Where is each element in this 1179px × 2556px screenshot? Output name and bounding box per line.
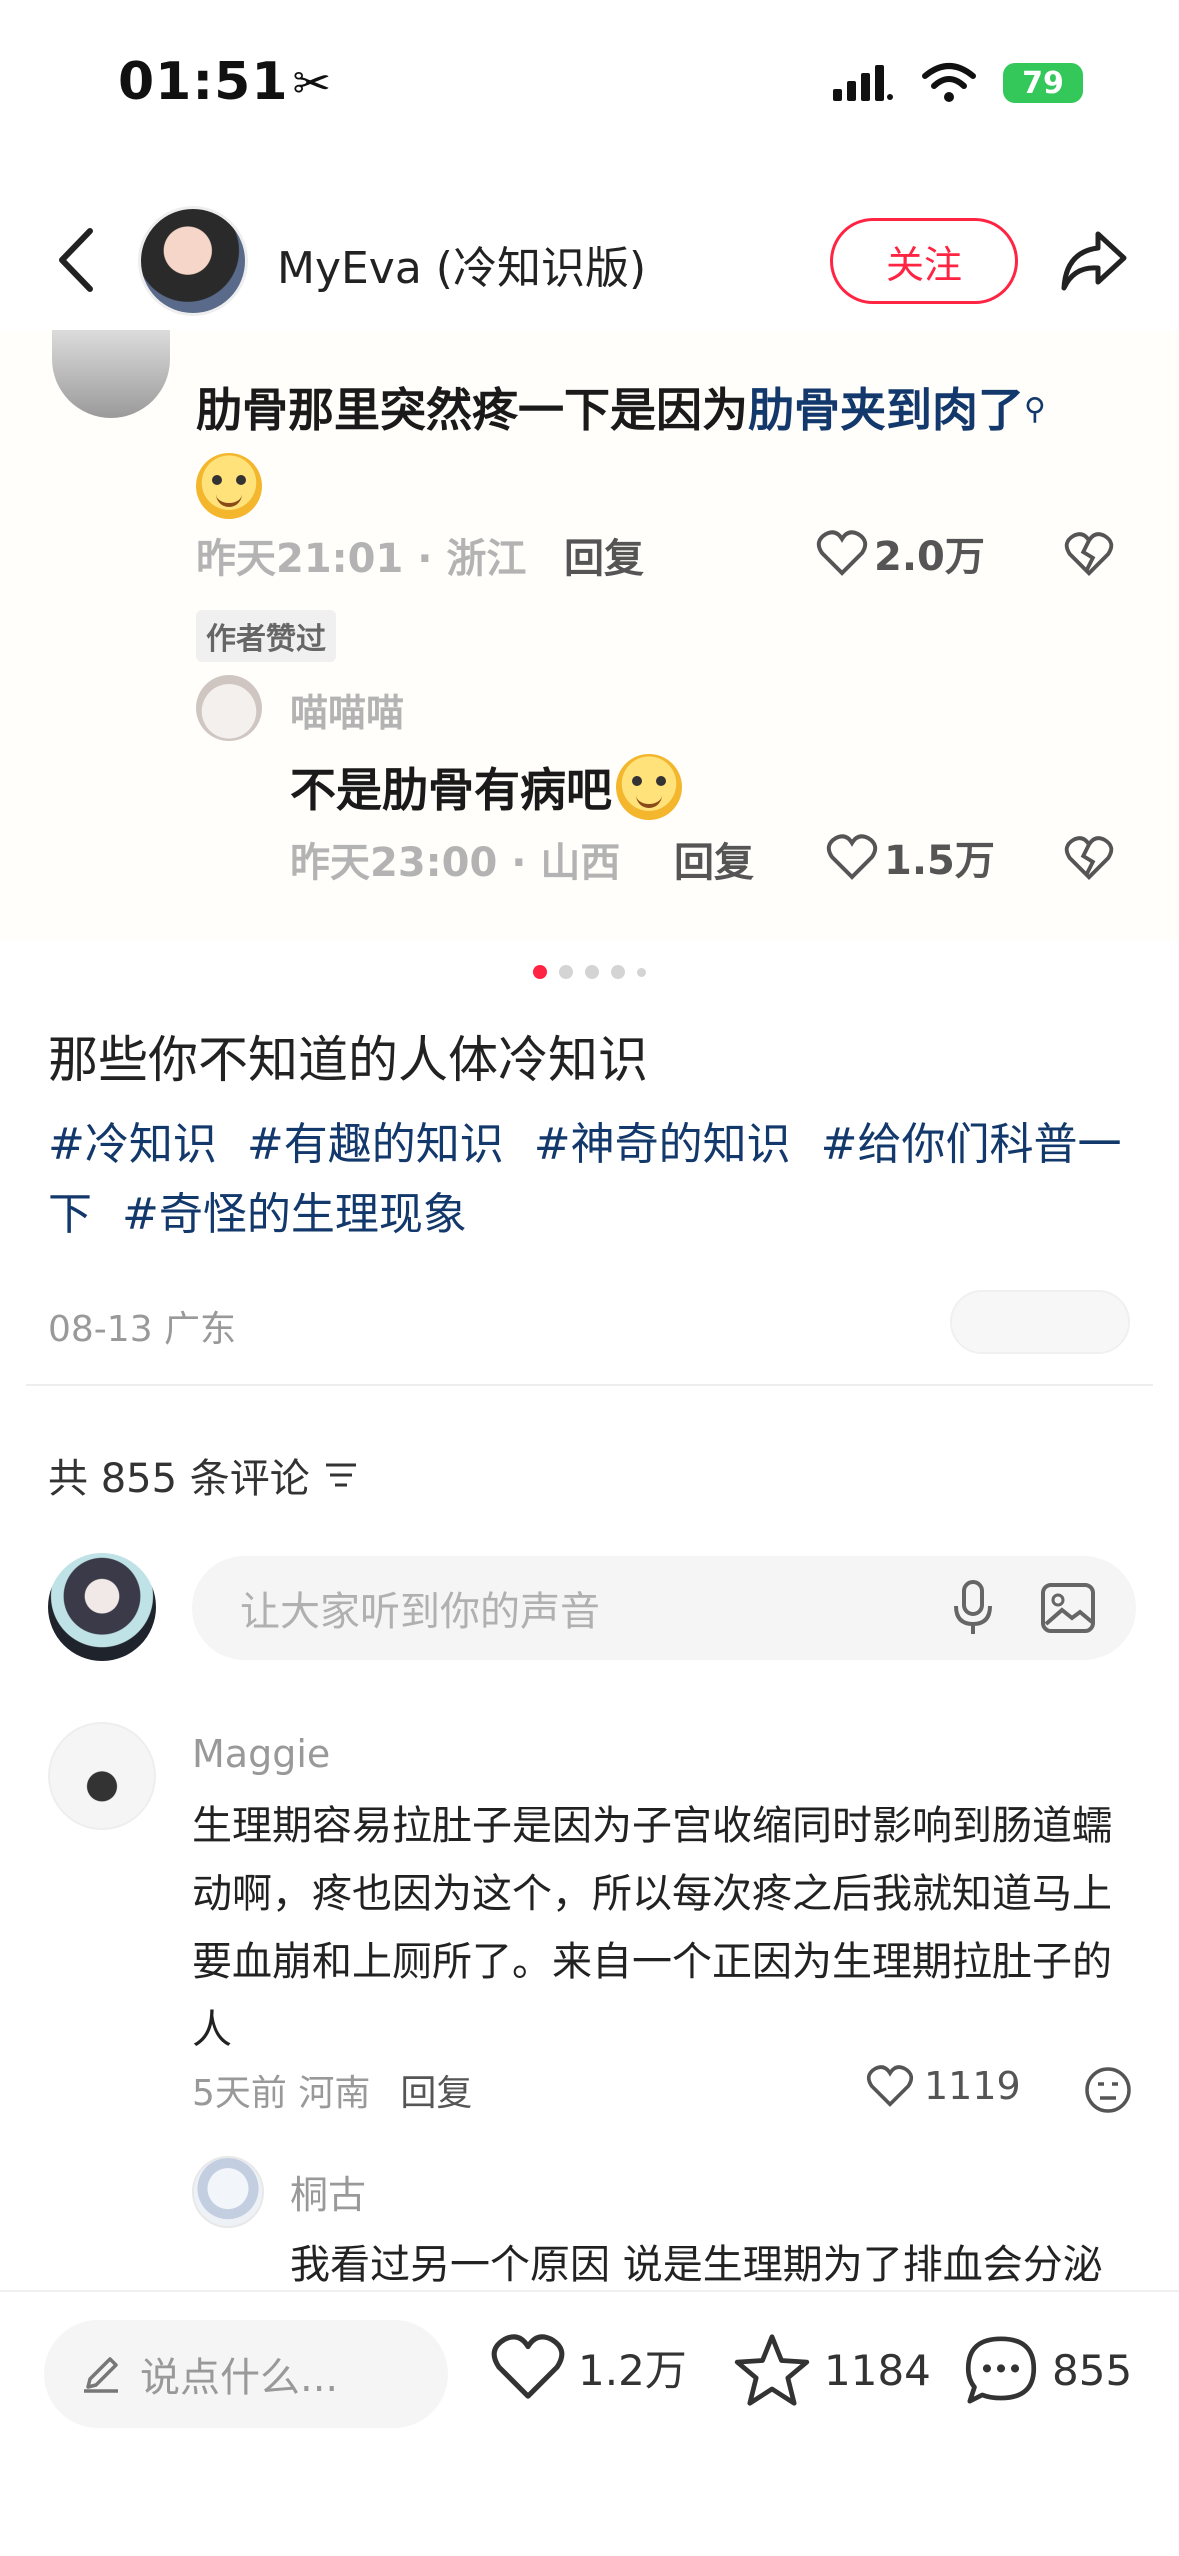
- battery-indicator: 79: [1003, 63, 1083, 103]
- post-date-location: 08-13 广东: [48, 1309, 237, 1350]
- status-time: 01:51✂: [118, 52, 332, 112]
- cellular-signal-icon: [833, 65, 893, 101]
- carousel-dot: [611, 965, 625, 979]
- comment-total: 855: [1052, 2345, 1133, 2395]
- image-reply-time: 昨天23:00 · 山西: [290, 840, 621, 886]
- tag-link[interactable]: #奇怪的生理现象: [122, 1189, 467, 1240]
- reply-avatar[interactable]: [192, 2156, 264, 2228]
- smiley-emoji-icon: [616, 754, 682, 820]
- say-something-input[interactable]: 说点什么...: [44, 2320, 448, 2428]
- carousel-dot: [637, 967, 646, 977]
- image-comment-text: 肋骨那里突然疼一下是因为肋骨夹到肉了⚲: [196, 374, 1136, 519]
- status-time-text: 01:51: [118, 52, 289, 112]
- tag-link[interactable]: #冷知识: [48, 1119, 217, 1170]
- image-comment-likes-count: 2.0万: [874, 534, 985, 580]
- my-avatar: [48, 1553, 156, 1661]
- image-comment-reply: 回复: [564, 536, 644, 582]
- heart-icon: [491, 2334, 565, 2399]
- post-title: 那些你不知道的人体冷知识: [48, 1031, 648, 1089]
- battery-level: 79: [1022, 65, 1064, 101]
- microphone-icon[interactable]: [948, 1578, 998, 1638]
- share-icon[interactable]: [1058, 226, 1130, 296]
- image-reply-likes-count: 1.5万: [884, 838, 995, 884]
- author-avatar[interactable]: [138, 206, 248, 316]
- star-icon: [734, 2334, 810, 2406]
- comment-time-text: 5天前: [192, 2073, 287, 2114]
- image-reply-likes: 1.5万: [826, 828, 995, 886]
- divider: [26, 1384, 1153, 1386]
- reply-button[interactable]: 回复: [400, 2064, 472, 2116]
- image-reply-name: 喵喵喵: [290, 691, 405, 735]
- heart-icon: [826, 834, 878, 880]
- like-count: 1.2万: [578, 2345, 687, 2395]
- comment-like-count: 1119: [924, 2064, 1021, 2108]
- carousel-dot: [559, 965, 573, 979]
- like-button[interactable]: 1.2万: [490, 2332, 687, 2402]
- scissors-icon: ✂: [292, 56, 333, 110]
- broken-heart-icon: [1064, 836, 1114, 880]
- broken-heart-icon: [1064, 532, 1114, 576]
- comment-like-button[interactable]: 1119: [866, 2064, 1021, 2108]
- comment-meta: 5天前 河南 回复: [192, 2064, 472, 2116]
- image-comment-prefix: 肋骨那里突然疼一下是因为: [196, 383, 748, 437]
- dizzy-emoji-icon: [196, 452, 262, 519]
- image-comment-likes: 2.0万: [816, 524, 985, 582]
- carousel-dot: [533, 965, 547, 979]
- carousel-indicator: [0, 965, 1179, 979]
- image-reply-text-content: 不是肋骨有病吧: [290, 763, 612, 817]
- comment-time: 5天前 河南: [192, 2064, 370, 2116]
- wifi-icon: [922, 63, 976, 102]
- blurred-button[interactable]: [950, 1290, 1130, 1354]
- collect-count: 1184: [824, 2345, 931, 2395]
- sort-icon[interactable]: [324, 1461, 358, 1489]
- post-image[interactable]: 肋骨那里突然疼一下是因为肋骨夹到肉了⚲ 昨天21:01 · 浙江 回复 2.0万…: [0, 330, 1179, 940]
- collect-button[interactable]: 1184: [732, 2332, 931, 2408]
- pencil-icon: [84, 2357, 118, 2393]
- carousel-dot: [585, 965, 599, 979]
- image-comment-time: 昨天21:01 · 浙江: [196, 536, 527, 582]
- author-liked-badge: 作者赞过: [196, 610, 336, 662]
- reply-name[interactable]: 桐古: [290, 2164, 366, 2219]
- reply-text: 我看过另一个原因 说是生理期为了排血会分泌: [290, 2242, 1103, 2288]
- status-icons: 79: [831, 62, 1083, 104]
- image-reply-text: 不是肋骨有病吧: [290, 754, 682, 820]
- image-reply-reply: 回复: [674, 840, 754, 886]
- heart-icon: [816, 530, 868, 576]
- back-arrow-icon[interactable]: [52, 225, 102, 295]
- image-picker-icon[interactable]: [1040, 1582, 1096, 1634]
- chat-bubble-icon: [965, 2336, 1037, 2404]
- author-name[interactable]: MyEva (冷知识版): [277, 232, 646, 296]
- image-commenter-avatar: [52, 330, 170, 418]
- tag-link[interactable]: #有趣的知识: [247, 1119, 504, 1170]
- commenter-avatar[interactable]: [48, 1722, 156, 1830]
- comment-location: 河南: [298, 2073, 371, 2114]
- comment-count-label: 共 855 条评论: [48, 1456, 310, 1502]
- image-comment-highlight: 肋骨夹到肉了: [748, 383, 1024, 437]
- comment-count-sort[interactable]: 共 855 条评论: [48, 1446, 358, 1504]
- comment-button[interactable]: 855: [962, 2332, 1132, 2408]
- image-reply-avatar: [196, 675, 262, 741]
- heart-icon: [866, 2065, 914, 2107]
- commenter-name[interactable]: Maggie: [192, 1732, 330, 1776]
- post-tags: #冷知识 #有趣的知识 #神奇的知识 #给你们科普一下 #奇怪的生理现象: [48, 1110, 1138, 1250]
- search-icon: ⚲: [1024, 392, 1046, 427]
- say-something-placeholder: 说点什么...: [140, 2355, 339, 2401]
- dislike-face-icon[interactable]: [1084, 2066, 1132, 2114]
- tag-link[interactable]: #神奇的知识: [534, 1119, 791, 1170]
- comment-input-placeholder: 让大家听到你的声音: [240, 1589, 600, 1635]
- comment-text: 生理期容易拉肚子是因为子宫收缩同时影响到肠道蠕动啊，疼也因为这个，所以每次疼之后…: [192, 1803, 1112, 2053]
- follow-button[interactable]: 关注: [830, 218, 1018, 304]
